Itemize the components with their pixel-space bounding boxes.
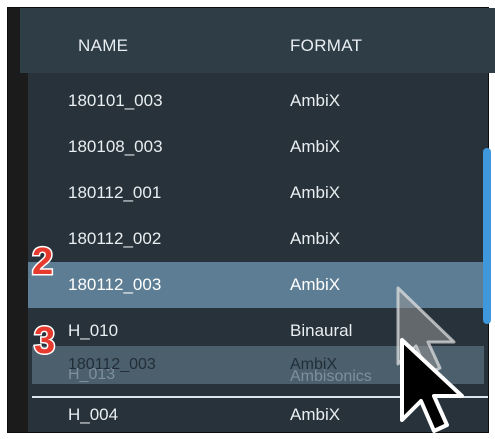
column-header-format[interactable]: FORMAT [290,36,362,56]
screenshot-frame: NAME FORMAT 180101_003 AmbiX 180108_003 … [0,0,495,439]
file-format: AmbiX [290,229,341,248]
drag-ghost-name: 180112_003 [68,356,156,373]
column-header-name[interactable]: NAME [78,36,128,56]
file-format: AmbiX [290,183,341,202]
file-format: AmbiX [290,137,341,156]
file-format: Binaural [290,321,353,340]
list-item[interactable]: 180112_001 AmbiX [28,170,488,216]
file-name: 180101_003 [68,91,163,110]
list-item[interactable]: 180101_003 AmbiX [28,78,488,124]
step-3-badge: 3 [32,320,56,362]
list-item[interactable]: 180112_002 AmbiX [28,216,488,262]
list-item[interactable]: 180108_003 AmbiX [28,124,488,170]
file-name: 180112_003 [68,275,162,294]
vertical-scrollbar[interactable] [483,148,491,324]
file-name: 180108_003 [68,137,163,156]
arrow-cursor-icon [400,338,464,433]
file-format: AmbiX [290,275,341,294]
step-2-badge: 2 [30,241,54,283]
file-name: 180112_002 [68,229,162,248]
file-format: AmbiX [290,405,341,424]
file-name: H_010 [68,321,119,340]
file-name: 180112_001 [68,183,162,202]
file-name: H_004 [68,405,119,424]
file-format: AmbiX [290,91,341,110]
drag-ghost-format: AmbiX [290,356,338,373]
